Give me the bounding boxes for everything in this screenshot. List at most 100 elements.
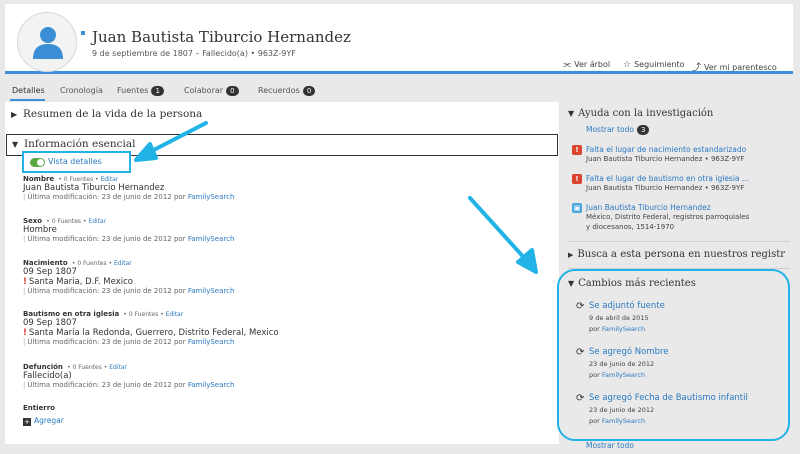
sidebar-section-title: Ayuda con la investigación [578,108,714,119]
contributor-link[interactable]: FamilySearch [188,287,235,295]
view-tree-label: Ver árbol [574,60,611,69]
tab-colaborar[interactable]: Colaborar 0 [184,86,239,96]
contributor-link[interactable]: FamilySearch [602,325,645,333]
sources-link[interactable]: 0 Fuentes [64,176,93,183]
count-badge: 0 [226,86,239,96]
tab-recuerdos[interactable]: Recuerdos 0 [258,86,316,96]
fact-value: Fallecido(a) [23,371,72,381]
change-link[interactable]: Se agregó Fecha de Bautismo infantil [589,393,789,403]
sources-link[interactable]: 0 Fuentes [77,260,106,267]
tab-label: Colaborar [184,86,224,95]
fact-value: 09 Sep 1807 [23,267,77,277]
change-link[interactable]: Se adjuntó fuente [589,301,789,311]
record-hint-link[interactable]: Juan Bautista Tiburcio Hernandez [586,203,790,212]
plus-icon: + [23,418,31,426]
count-badge: 1 [151,86,164,96]
tab-detalles[interactable]: Detalles [12,86,45,95]
record-hint-icon: ▣ [572,203,582,213]
section-title: Resumen de la vida de la persona [23,108,203,120]
fact-value: Hombre [23,225,57,235]
life-summary-section[interactable]: ▶ Resumen de la vida de la persona [5,104,559,126]
change-item: ⟳ Se agregó Fecha de Bautismo infantil 2… [576,393,789,425]
warning-icon[interactable]: ! [23,277,27,287]
details-view-label[interactable]: Vista detalles [48,157,102,166]
warning-icon[interactable]: ! [23,328,27,338]
tab-label: Detalles [12,86,45,95]
change-link[interactable]: Se agregó Nombre [589,347,789,357]
contributor-link[interactable]: FamilySearch [602,417,645,425]
contributor-link[interactable]: FamilySearch [188,193,235,201]
edit-link[interactable]: Editar [114,260,132,267]
add-burial-button[interactable]: + Agregar [23,416,553,426]
caret-right-icon: ▶ [11,110,18,119]
task-link[interactable]: Falta el lugar de nacimiento estandariza… [586,145,790,154]
by-prefix: por [589,417,600,425]
refresh-icon: ⟳ [576,301,585,312]
fact-bautismo: Bautismo en otra iglesia • 0 Fuentes • E… [23,310,553,346]
warning-icon: ! [572,145,582,155]
record-hint: ▣ Juan Bautista Tiburcio Hernandez Méxic… [572,203,790,232]
edit-link[interactable]: Editar [166,311,184,318]
tab-cronologia[interactable]: Cronología [60,86,103,95]
change-date: 9 de abril de 2015 [589,314,649,322]
sources-link[interactable]: 0 Fuentes [52,218,81,225]
task-link[interactable]: Falta el lugar de bautismo en otra igles… [586,174,790,183]
star-icon: ☆ [623,60,632,70]
refresh-icon: ⟳ [576,347,585,358]
details-view-toggle[interactable] [30,158,45,167]
last-modified: Última modificación: 23 de junio de 2012… [27,287,186,295]
tab-label: Recuerdos [258,86,300,95]
count-badge: 3 [636,125,650,135]
person-header: Juan Bautista Tiburcio Hernandez 9 de se… [5,4,793,74]
task-detail: Juan Bautista Tiburcio Hernandez • 963Z-… [586,184,745,192]
relationship-icon: ⤴ [692,63,702,73]
research-task: ! Falta el lugar de nacimiento estandari… [572,145,790,164]
active-tab-indicator [10,99,45,101]
sidebar-section-title: Cambios más recientes [578,278,696,289]
contributor-link[interactable]: FamilySearch [188,235,235,243]
tab-fuentes[interactable]: Fuentes 1 [117,86,164,96]
tab-label: Fuentes [117,86,149,95]
fact-label: Nacimiento [23,259,68,267]
recent-changes-header[interactable]: ▼ Cambios más recientes [568,278,696,289]
record-detail: México, Distrito Federal, registros parr… [586,213,750,221]
change-item: ⟳ Se adjuntó fuente 9 de abril de 2015 p… [576,301,789,333]
fact-value: Juan Bautista Tiburcio Hernandez [23,183,165,193]
contributor-link[interactable]: FamilySearch [188,338,235,346]
show-all-changes-link[interactable]: Mostrar todo [586,441,634,450]
view-relationship-link[interactable]: ⤴ Ver mi parentesco [692,60,777,73]
add-label: Agregar [34,416,64,425]
fact-label: Defunción [23,363,63,371]
edit-link[interactable]: Editar [100,176,118,183]
avatar[interactable] [17,12,77,72]
refresh-icon: ⟳ [576,393,585,404]
fact-value: 09 Sep 1807 [23,318,77,328]
edit-link[interactable]: Editar [109,364,127,371]
view-relationship-label: Ver mi parentesco [704,63,777,72]
contributor-link[interactable]: FamilySearch [188,381,235,389]
contributor-link[interactable]: FamilySearch [602,371,645,379]
person-lifespan-id: 9 de septiembre de 1807 – Fallecido(a) •… [92,49,296,58]
fact-defuncion: Defunción • 0 Fuentes • Editar Fallecido… [23,363,553,389]
edit-link[interactable]: Editar [88,218,106,225]
last-modified: Última modificación: 23 de junio de 2012… [27,338,186,346]
change-date: 23 de junio de 2012 [589,360,655,368]
sidebar: ▼ Ayuda con la investigación Mostrar todo… [557,102,790,450]
details-panel: ▶ Resumen de la vida de la persona ▼ Inf… [5,102,559,444]
follow-link[interactable]: ☆ Seguimiento [623,60,685,70]
caret-down-icon: ▼ [568,279,575,288]
person-name: Juan Bautista Tiburcio Hernandez [92,28,351,46]
sources-link[interactable]: 0 Fuentes [129,311,158,318]
search-records-header[interactable]: ▶ Busca a esta persona en nuestros regist… [568,249,785,260]
by-prefix: por [589,371,600,379]
show-all-tasks-link[interactable]: Mostrar todo 3 [586,125,650,135]
record-detail: y diocesanos, 1514-1970 [586,223,675,231]
person-silhouette-icon [33,27,63,59]
caret-right-icon: ▶ [568,251,574,259]
tab-bar: Detalles Cronología Fuentes 1 Colaborar 0 … [5,80,559,102]
fact-entierro: Entierro + Agregar [23,404,553,426]
view-tree-link[interactable]: ⫘ Ver árbol [563,60,610,70]
warning-icon: ! [572,174,582,184]
sources-link[interactable]: 0 Fuentes [73,364,102,371]
research-help-header[interactable]: ▼ Ayuda con la investigación [568,108,713,119]
